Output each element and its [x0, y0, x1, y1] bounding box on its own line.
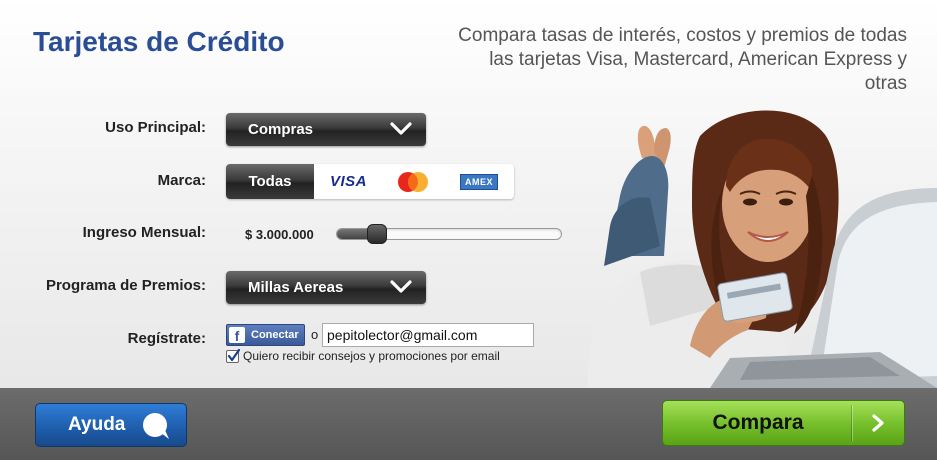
checkmark-icon: [227, 349, 240, 362]
ingreso-mensual-value: $ 3.000.000: [245, 227, 314, 242]
marca-label: Marca:: [157, 172, 206, 189]
help-button[interactable]: Ayuda: [35, 403, 187, 447]
ingreso-mensual-label: Ingreso Mensual:: [82, 224, 206, 241]
help-button-label: Ayuda: [68, 414, 126, 435]
woman-with-laptop-image: [587, 110, 937, 388]
page-title: Tarjetas de Crédito: [33, 26, 285, 57]
consent-label: Quiero recibir consejos y promociones po…: [243, 349, 500, 363]
brand-all-button[interactable]: Todas: [226, 164, 314, 199]
chevron-down-icon: [390, 122, 412, 135]
consent-checkbox[interactable]: [226, 349, 240, 363]
email-field[interactable]: [322, 323, 534, 347]
ingreso-slider[interactable]: [336, 224, 562, 244]
chevron-down-icon: [390, 280, 412, 293]
brand-selector: Todas VISA AMEX: [226, 164, 514, 199]
uso-principal-label: Uso Principal:: [105, 119, 206, 136]
credit-card-comparator: Tarjetas de Crédito Compara tasas de int…: [0, 0, 937, 460]
compare-button-label: Compara: [712, 411, 804, 434]
amex-button[interactable]: AMEX: [460, 174, 498, 190]
facebook-connect-button[interactable]: f Conectar: [226, 324, 305, 346]
uso-principal-select[interactable]: Compras: [226, 113, 426, 146]
compare-button-divider: [851, 405, 852, 441]
registrate-label: Regístrate:: [127, 330, 206, 347]
facebook-icon: f: [229, 327, 245, 344]
visa-button[interactable]: VISA: [330, 173, 367, 199]
chevron-right-icon: [872, 414, 884, 432]
footer-bar: Ayuda Compara: [0, 388, 937, 460]
page-tagline: Compara tasas de interés, costos y premi…: [458, 25, 907, 94]
compare-button[interactable]: Compara: [662, 400, 905, 446]
ingreso-slider-thumb[interactable]: [367, 224, 387, 244]
programa-premios-value: Millas Aereas: [248, 279, 344, 296]
or-text: o: [311, 327, 319, 342]
programa-premios-select[interactable]: Millas Aereas: [226, 271, 426, 304]
facebook-connect-label: Conectar: [251, 329, 299, 341]
uso-principal-value: Compras: [248, 121, 314, 138]
chat-bubble-icon: [143, 413, 169, 439]
programa-premios-label: Programa de Premios:: [45, 277, 206, 294]
mastercard-icon[interactable]: [396, 171, 430, 193]
